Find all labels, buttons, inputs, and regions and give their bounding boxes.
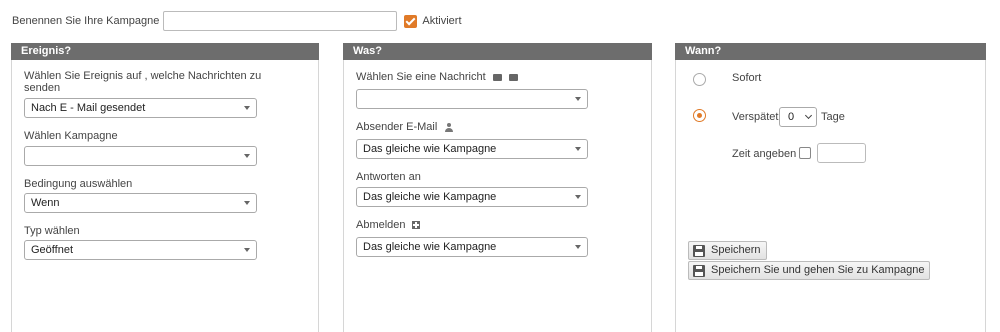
campaign-select[interactable] — [24, 146, 257, 166]
type-select[interactable]: Geöffnet — [24, 240, 257, 260]
what-panel-title: Was? — [343, 43, 652, 60]
message-label: Wählen Sie eine Nachricht — [356, 71, 486, 83]
unsub-label-row: Abmelden — [356, 219, 420, 231]
unsub-select-value: Das gleiche wie Kampagne — [363, 241, 497, 253]
chevron-down-icon — [804, 111, 813, 120]
dropdown-arrow-icon — [244, 248, 250, 252]
time-input[interactable] — [817, 143, 866, 163]
message-icon — [492, 73, 502, 81]
delayed-label: Verspätet — [732, 111, 779, 123]
campaign-name-row: Benennen Sie Ihre Kampagne Aktiviert — [12, 11, 462, 31]
message-label-row: Wählen Sie eine Nachricht — [356, 71, 518, 83]
save-and-go-button[interactable]: Speichern Sie und gehen Sie zu Kampagne — [688, 261, 931, 280]
dropdown-arrow-icon — [244, 201, 250, 205]
sender-select-value: Das gleiche wie Kampagne — [363, 143, 497, 155]
delayed-radio[interactable] — [693, 109, 706, 122]
active-checkbox[interactable] — [404, 14, 418, 28]
delay-days-value: 0 — [788, 111, 795, 123]
unsub-label: Abmelden — [356, 219, 406, 231]
dropdown-arrow-icon — [575, 97, 581, 101]
event-panel-title: Ereignis? — [11, 43, 319, 60]
type-label: Typ wählen — [24, 225, 80, 237]
immediately-radio[interactable] — [693, 73, 706, 86]
what-panel: Was? Wählen Sie eine Nachricht Absender … — [343, 43, 652, 332]
immediately-label: Sofort — [732, 72, 762, 84]
specify-time-checkbox[interactable] — [799, 147, 811, 159]
when-panel: Wann? Sofort Verspätet 0 Tage Zeit angeb… — [675, 43, 986, 332]
save-and-go-button-label: Speichern Sie und gehen Sie zu Kampagne — [711, 264, 925, 276]
specify-time-label: Zeit angeben — [732, 148, 797, 160]
condition-label: Bedingung auswählen — [24, 178, 133, 190]
message-select[interactable] — [356, 89, 588, 109]
dropdown-arrow-icon — [244, 106, 250, 110]
dropdown-arrow-icon — [575, 147, 581, 151]
reply-label: Antworten an — [356, 171, 421, 183]
active-label: Aktiviert — [422, 15, 462, 27]
condition-select-value: Wenn — [31, 197, 60, 209]
type-select-value: Geöffnet — [31, 244, 73, 256]
condition-select[interactable]: Wenn — [24, 193, 257, 213]
days-label: Tage — [821, 111, 845, 123]
save-button[interactable]: Speichern — [688, 241, 767, 260]
floppy-disk-icon — [693, 264, 705, 277]
reply-select-value: Das gleiche wie Kampagne — [363, 191, 497, 203]
delay-days-select[interactable]: 0 — [779, 107, 817, 127]
when-panel-title: Wann? — [675, 43, 986, 60]
event-label: Wählen Sie Ereignis auf , welche Nachric… — [24, 70, 262, 94]
message-preview-icon[interactable] — [508, 73, 518, 81]
campaign-name-input[interactable] — [163, 11, 398, 31]
event-select-value: Nach E - Mail gesendet — [31, 102, 146, 114]
plus-icon[interactable] — [411, 221, 420, 230]
user-icon — [445, 122, 454, 132]
reply-select[interactable]: Das gleiche wie Kampagne — [356, 187, 588, 207]
dropdown-arrow-icon — [575, 245, 581, 249]
sender-select[interactable]: Das gleiche wie Kampagne — [356, 139, 588, 159]
unsub-select[interactable]: Das gleiche wie Kampagne — [356, 237, 588, 257]
dropdown-arrow-icon — [575, 195, 581, 199]
sender-label: Absender E-Mail — [356, 121, 438, 133]
save-button-label: Speichern — [711, 244, 761, 256]
campaign-select-label: Wählen Kampagne — [24, 130, 118, 142]
campaign-name-label: Benennen Sie Ihre Kampagne — [12, 15, 160, 27]
dropdown-arrow-icon — [244, 154, 250, 158]
floppy-disk-icon — [693, 244, 705, 257]
sender-label-row: Absender E-Mail — [356, 121, 454, 133]
event-panel: Ereignis? Wählen Sie Ereignis auf , welc… — [11, 43, 319, 332]
event-select[interactable]: Nach E - Mail gesendet — [24, 98, 257, 118]
